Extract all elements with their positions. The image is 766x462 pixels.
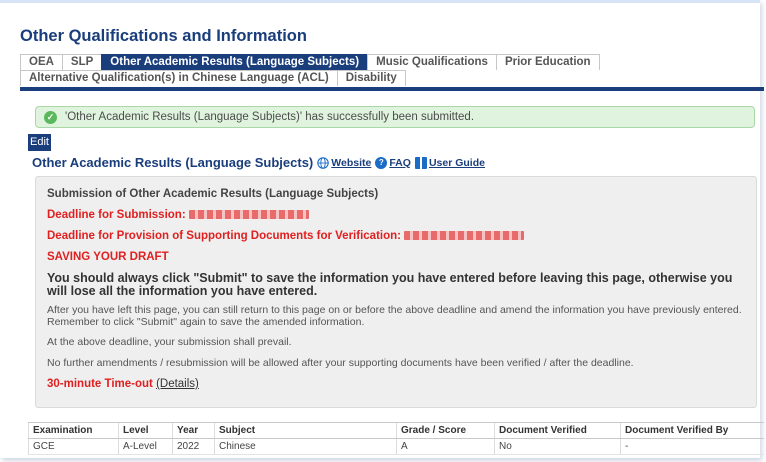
no-amend-note: No further amendments / resubmission wil… — [47, 357, 634, 369]
cell-document-verified-by: - — [620, 438, 764, 455]
deadline-documents-label: Deadline for Provision of Supporting Doc… — [47, 230, 401, 242]
deadline-documents: Deadline for Provision of Supporting Doc… — [47, 230, 525, 242]
check-circle-icon: ✓ — [44, 110, 57, 124]
success-message: 'Other Academic Results (Language Subjec… — [65, 111, 475, 123]
tab-other-academic-results[interactable]: Other Academic Results (Language Subject… — [101, 54, 369, 70]
page-title: Other Qualifications and Information — [20, 27, 307, 45]
success-alert: ✓ 'Other Academic Results (Language Subj… — [35, 106, 755, 128]
return-note: After you have left this page, you can s… — [47, 304, 742, 328]
tab-strip: OEA SLP Other Academic Results (Language… — [20, 54, 764, 86]
book-icon — [414, 156, 427, 169]
panel-subtitle: Submission of Other Academic Results (La… — [47, 188, 379, 200]
user-guide-link[interactable]: User Guide — [429, 157, 485, 169]
cell-grade: A — [396, 438, 495, 455]
redacted-date — [404, 231, 525, 241]
tab-prior-education[interactable]: Prior Education — [495, 54, 600, 70]
col-examination: Examination — [28, 422, 119, 439]
edit-button[interactable]: Edit — [28, 134, 51, 151]
col-document-verified-by: Document Verified By — [620, 422, 764, 439]
timeout-label: 30-minute Time-out — [47, 378, 153, 390]
timeout-line: 30-minute Time-out (Details) — [47, 378, 199, 390]
draft-heading: SAVING YOUR DRAFT — [47, 251, 169, 263]
col-year: Year — [172, 422, 215, 439]
tab-oea[interactable]: OEA — [20, 54, 63, 70]
cell-level: A-Level — [118, 438, 173, 455]
col-grade: Grade / Score — [396, 422, 495, 439]
col-level: Level — [118, 422, 173, 439]
prevail-note: At the above deadline, your submission s… — [47, 336, 292, 348]
section-title: Other Academic Results (Language Subject… — [32, 155, 314, 170]
faq-link[interactable]: FAQ — [389, 157, 411, 169]
redacted-date — [188, 210, 309, 220]
deadline-submission: Deadline for Submission: — [47, 209, 309, 221]
tab-acl[interactable]: Alternative Qualification(s) in Chinese … — [20, 70, 338, 86]
globe-icon — [317, 156, 330, 169]
cell-examination: GCE — [28, 438, 119, 455]
tab-slp[interactable]: SLP — [61, 54, 103, 70]
section-header: Other Academic Results (Language Subject… — [32, 155, 489, 170]
tab-underline — [20, 87, 764, 91]
submission-info-panel: Submission of Other Academic Results (La… — [35, 176, 757, 408]
details-link[interactable]: (Details) — [156, 378, 199, 390]
results-table: Examination Level Year Subject Grade / S… — [28, 422, 764, 455]
col-document-verified: Document Verified — [494, 422, 621, 439]
cell-document-verified: No — [494, 438, 621, 455]
col-subject: Subject — [214, 422, 397, 439]
faq-icon: ? — [375, 156, 388, 169]
table-header-row: Examination Level Year Subject Grade / S… — [28, 422, 764, 439]
tab-music-qualifications[interactable]: Music Qualifications — [367, 54, 497, 70]
cell-year: 2022 — [172, 438, 215, 455]
table-row: GCE A-Level 2022 Chinese A No - — [28, 438, 764, 455]
cell-subject: Chinese — [214, 438, 397, 455]
main-window: Other Qualifications and Information OEA… — [0, 0, 764, 458]
website-link[interactable]: Website — [331, 157, 371, 169]
save-warning: You should always click "Submit" to save… — [47, 271, 733, 298]
deadline-submission-label: Deadline for Submission: — [47, 209, 186, 221]
tab-disability[interactable]: Disability — [336, 70, 406, 86]
